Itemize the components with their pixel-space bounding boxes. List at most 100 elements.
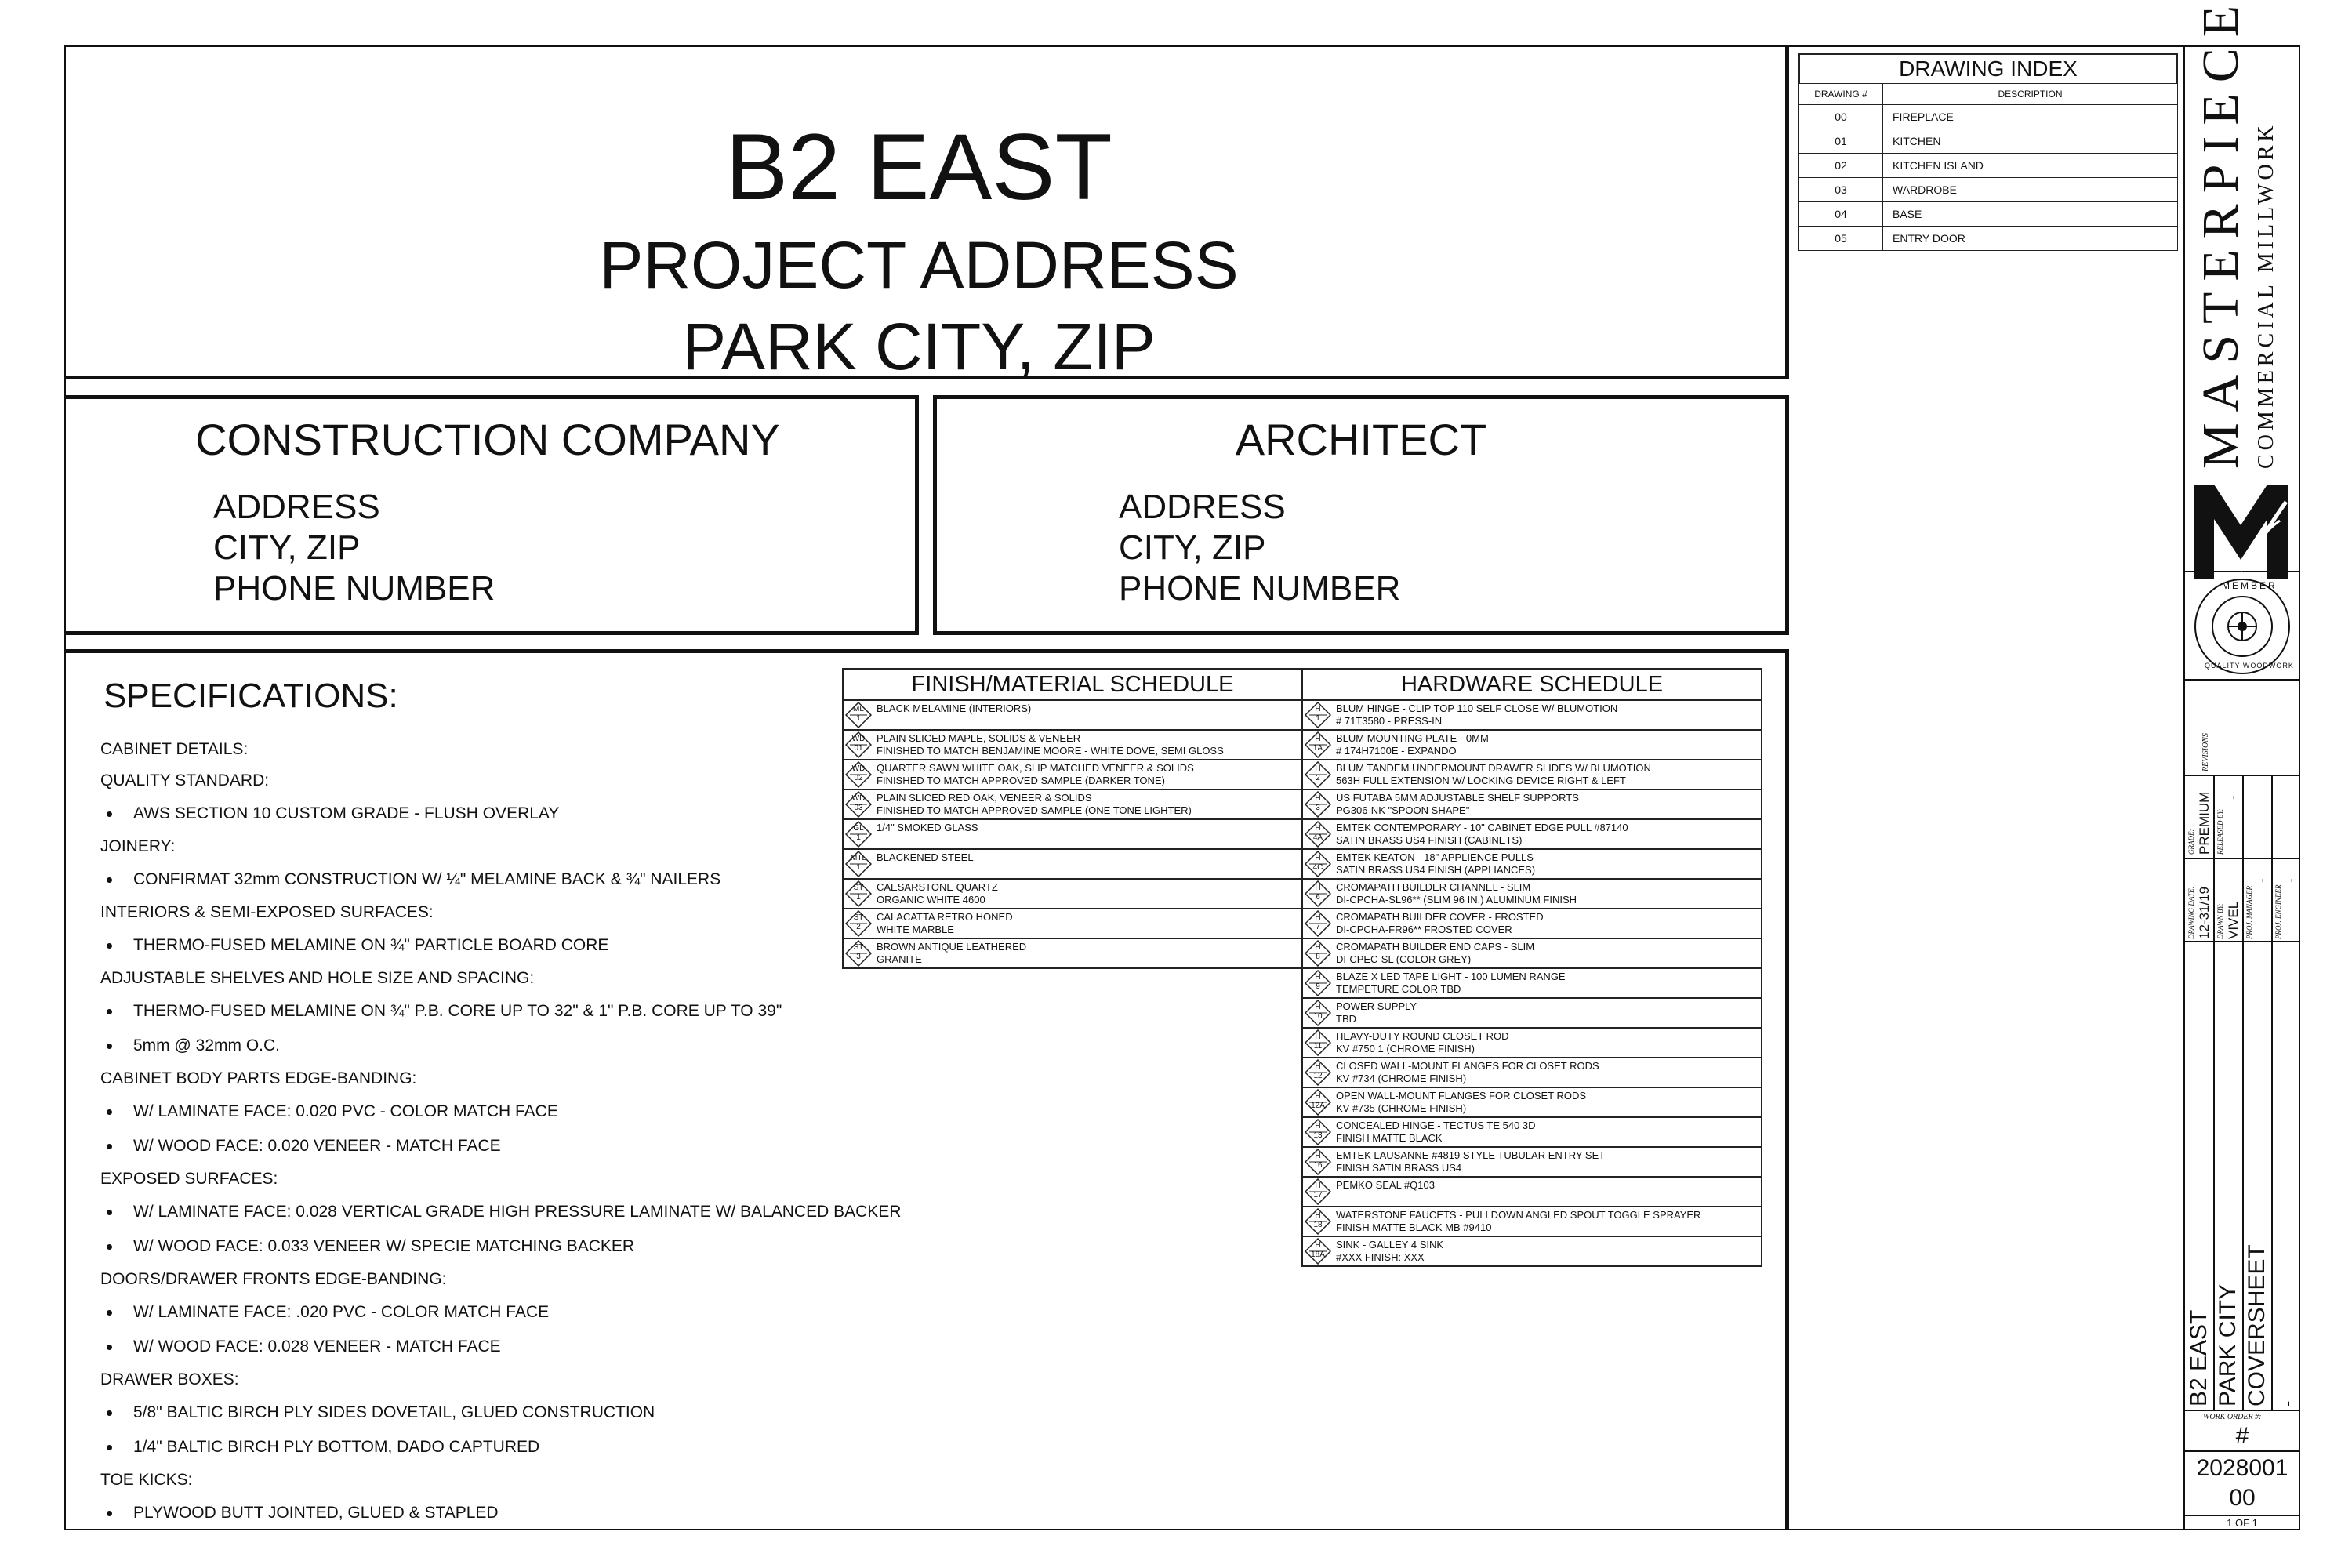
- architect-heading: ARCHITECT: [1235, 415, 1487, 464]
- schedule-row: ST 2 CALACATTA RETRO HONED WHITE MARBLE: [842, 908, 1303, 939]
- released-by-value: -: [2226, 795, 2241, 800]
- proj-manager-value: -: [2255, 878, 2270, 883]
- schedule-description: BLACKENED STEEL: [877, 850, 974, 864]
- schedule-description: BLACK MELAMINE (INTERIORS): [877, 701, 1031, 715]
- spec-bullet-text: W/ LAMINATE FACE: .020 PVC - COLOR MATCH…: [133, 1303, 550, 1321]
- bullet-icon: [107, 942, 112, 949]
- schedule-row: H 9 BLAZE X LED TAPE LIGHT - 100 LUMEN RAN…: [1301, 967, 1762, 999]
- hardware-schedule-heading: HARDWARE SCHEDULE: [1301, 668, 1762, 699]
- schedule-description-line: BLUM TANDEM UNDERMOUNT DRAWER SLIDES W/ …: [1336, 762, 1651, 774]
- schedule-description: CROMAPATH BUILDER COVER - FROSTED DI-CPCH…: [1336, 909, 1544, 936]
- logo-brand: MASTERPIECE: [2192, 0, 2249, 469]
- sheet-count: 1 OF 1: [2227, 1517, 2258, 1529]
- schedule-tag-icon: H3: [1305, 791, 1331, 818]
- schedule-description-line: DI-CPCHA-FR96** FROSTED COVER: [1336, 924, 1512, 935]
- schedule-row: MTL 1 BLACKENED STEEL: [842, 848, 1303, 880]
- schedule-description-line: DI-CPEC-SL (COLOR GREY): [1336, 953, 1472, 965]
- bullet-icon: [107, 877, 112, 883]
- schedule-description: PEMKO SEAL #Q103: [1336, 1178, 1435, 1192]
- schedule-description: BLAZE X LED TAPE LIGHT - 100 LUMEN RANGE…: [1336, 969, 1566, 996]
- schedule-description-line: #XXX FINISH: XXX: [1336, 1251, 1425, 1263]
- schedule-tag-icon: H1: [1305, 702, 1331, 728]
- work-order-label: WORK ORDER #:: [2203, 1413, 2262, 1421]
- schedule-description-line: PEMKO SEAL #Q103: [1336, 1179, 1435, 1191]
- proj-engineer-label: PROJ. ENGINEER: [2274, 884, 2282, 939]
- schedule-tag-icon: ML 1: [845, 702, 872, 728]
- strip-city: PARK CITY: [2215, 1283, 2241, 1406]
- spec-bullet: THERMO-FUSED MELAMINE ON ¾" PARTICLE BOA…: [107, 936, 608, 955]
- architect-address: ADDRESS: [1119, 488, 1286, 526]
- schedule-description: US FUTABA 5MM ADJUSTABLE SHELF SUPPORTS P…: [1336, 790, 1579, 817]
- index-row: 00 FIREPLACE: [1798, 104, 2178, 129]
- spec-bullet: 1/4" BALTIC BIRCH PLY BOTTOM, DADO CAPTU…: [107, 1438, 539, 1457]
- schedule-description-line: BROWN ANTIQUE LEATHERED: [877, 941, 1027, 953]
- spec-heading: DOORS/DRAWER FRONTS EDGE-BANDING:: [100, 1270, 447, 1288]
- member-seal-top: MEMBER: [2222, 580, 2278, 591]
- schedule-description: BLUM MOUNTING PLATE - 0MM # 174H7100E - E…: [1336, 731, 1489, 757]
- schedule-tag-icon: H9: [1305, 970, 1331, 996]
- schedule-tag-icon: GL 1: [845, 821, 872, 848]
- schedule-description-line: QUARTER SAWN WHITE OAK, SLIP MATCHED VEN…: [877, 762, 1194, 774]
- schedule-tag-icon: WD 02: [845, 761, 872, 788]
- schedule-row: H 11 HEAVY-DUTY ROUND CLOSET ROD KV #750 1 …: [1301, 1027, 1762, 1058]
- finish-schedule-table: ML 1 BLACK MELAMINE (INTERIORS) WD 01 PLAIN S…: [842, 699, 1303, 969]
- job-number-box: 2028001 00: [2184, 1452, 2300, 1516]
- schedule-description-line: SATIN BRASS US4 FINISH (CABINETS): [1336, 834, 1523, 846]
- schedule-row: H 8 CROMAPATH BUILDER END CAPS - SLIM DI-CP…: [1301, 938, 1762, 969]
- schedule-row: H 17 PEMKO SEAL #Q103: [1301, 1176, 1762, 1207]
- contractor-address: ADDRESS: [213, 488, 380, 526]
- schedule-description-line: CROMAPATH BUILDER CHANNEL - SLIM: [1336, 881, 1531, 893]
- schedule-description: BLUM TANDEM UNDERMOUNT DRAWER SLIDES W/ …: [1336, 760, 1651, 787]
- schedule-tag-icon: WD 03: [845, 791, 872, 818]
- schedule-description: PLAIN SLICED RED OAK, VENEER & SOLIDS FIN…: [877, 790, 1192, 817]
- schedule-row: ST 3 BROWN ANTIQUE LEATHERED GRANITE: [842, 938, 1303, 969]
- bullet-icon: [107, 1243, 112, 1250]
- schedule-row: ML 1 BLACK MELAMINE (INTERIORS): [842, 699, 1303, 731]
- schedule-tag-icon: H 17: [1305, 1178, 1331, 1205]
- title-panel: B2 EAST PROJECT ADDRESS PARK CITY, ZIP: [64, 45, 1789, 383]
- sheet-number: 00: [2229, 1485, 2256, 1511]
- spec-bullet-text: 5mm @ 32mm O.C.: [133, 1036, 281, 1054]
- member-seal-bottom: QUALITY WOODWORK: [2205, 662, 2294, 670]
- schedule-description: CLOSED WALL-MOUNT FLANGES FOR CLOSET ROD…: [1336, 1058, 1599, 1085]
- bullet-icon: [107, 1309, 112, 1316]
- project-strip: B2 EAST PARK CITY COVERSHEET -: [2184, 942, 2300, 1411]
- work-order-box: WORK ORDER #: #: [2184, 1411, 2300, 1452]
- schedule-description-line: PG306-NK "SPOON SHAPE": [1336, 804, 1470, 816]
- spec-bullet: W/ WOOD FACE: 0.028 VENEER - MATCH FACE: [107, 1338, 501, 1356]
- drawing-index: DRAWING INDEX DRAWING # DESCRIPTION 00 FIRE…: [1798, 53, 2178, 251]
- schedule-description-line: SINK - GALLEY 4 SINK: [1336, 1239, 1444, 1250]
- schedule-description-line: CAESARSTONE QUARTZ: [877, 881, 998, 893]
- schedule-description-line: FINISHED TO MATCH BENJAMINE MOORE - WHIT…: [877, 745, 1224, 757]
- schedule-description-line: FINISHED TO MATCH APPROVED SAMPLE (ONE T…: [877, 804, 1192, 816]
- spec-heading: EXPOSED SURFACES:: [100, 1170, 278, 1188]
- proj-manager-label: PROJ. MANAGER: [2245, 886, 2253, 939]
- schedule-tag-icon: ST 3: [845, 940, 872, 967]
- spec-bullet: THERMO-FUSED MELAMINE ON ¾" P.B. CORE UP…: [107, 1002, 782, 1021]
- schedule-description: WATERSTONE FAUCETS - PULLDOWN ANGLED SPO…: [1336, 1207, 1700, 1234]
- schedule-description-line: ORGANIC WHITE 4600: [877, 894, 985, 906]
- project-address: PROJECT ADDRESS: [599, 228, 1239, 302]
- schedule-row: H 18 WATERSTONE FAUCETS - PULLDOWN ANGLED …: [1301, 1206, 1762, 1237]
- schedule-tag-icon: H 16: [1305, 1149, 1331, 1175]
- strip-sheet-dash: -: [2278, 1400, 2297, 1406]
- schedule-description-line: CLOSED WALL-MOUNT FLANGES FOR CLOSET ROD…: [1336, 1060, 1599, 1072]
- schedule-description-line: SATIN BRASS US4 FINISH (APPLIANCES): [1336, 864, 1536, 876]
- schedule-description: EMTEK CONTEMPORARY - 10" CABINET EDGE PU…: [1336, 820, 1628, 847]
- schedule-description-line: FINISH MATTE BLACK: [1336, 1132, 1443, 1144]
- index-row: 03 WARDROBE: [1798, 177, 2178, 202]
- schedule-description: CALACATTA RETRO HONED WHITE MARBLE: [877, 909, 1013, 936]
- index-description: WARDROBE: [1882, 177, 2178, 202]
- index-row: 01 KITCHEN: [1798, 129, 2178, 154]
- project-city: PARK CITY, ZIP: [682, 310, 1156, 383]
- schedule-description-line: KV #734 (CHROME FINISH): [1336, 1073, 1467, 1084]
- index-number: 01: [1798, 129, 1883, 154]
- spec-bullet-text: 5/8" BALTIC BIRCH PLY SIDES DOVETAIL, GL…: [133, 1403, 655, 1421]
- schedule-tag-icon: ST 1: [845, 880, 872, 907]
- schedule-tag-icon: H 12A: [1305, 1089, 1331, 1116]
- bullet-icon: [107, 1444, 112, 1450]
- schedule-row: H 1A BLUM MOUNTING PLATE - 0MM # 174H7100E …: [1301, 729, 1762, 760]
- spec-bullet: 5mm @ 32mm O.C.: [107, 1036, 280, 1055]
- hardware-schedule: HARDWARE SCHEDULE H 1 BLUM HINGE - CLIP TO…: [1301, 668, 1762, 1267]
- grade-label: GRADE:: [2187, 829, 2195, 855]
